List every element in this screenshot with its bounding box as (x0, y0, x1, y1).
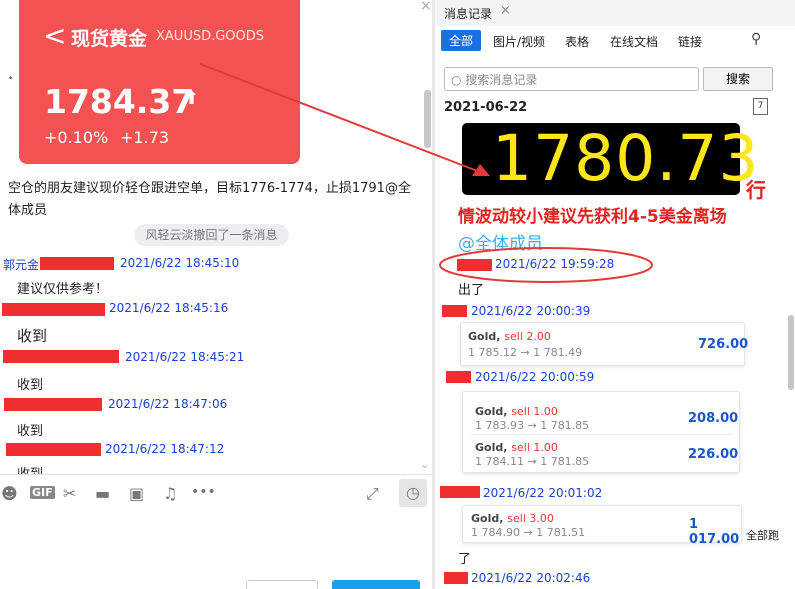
annotation-arrow-line (199, 63, 481, 173)
annotation-overlay (199, 63, 653, 283)
annotation-ellipse (439, 247, 653, 283)
